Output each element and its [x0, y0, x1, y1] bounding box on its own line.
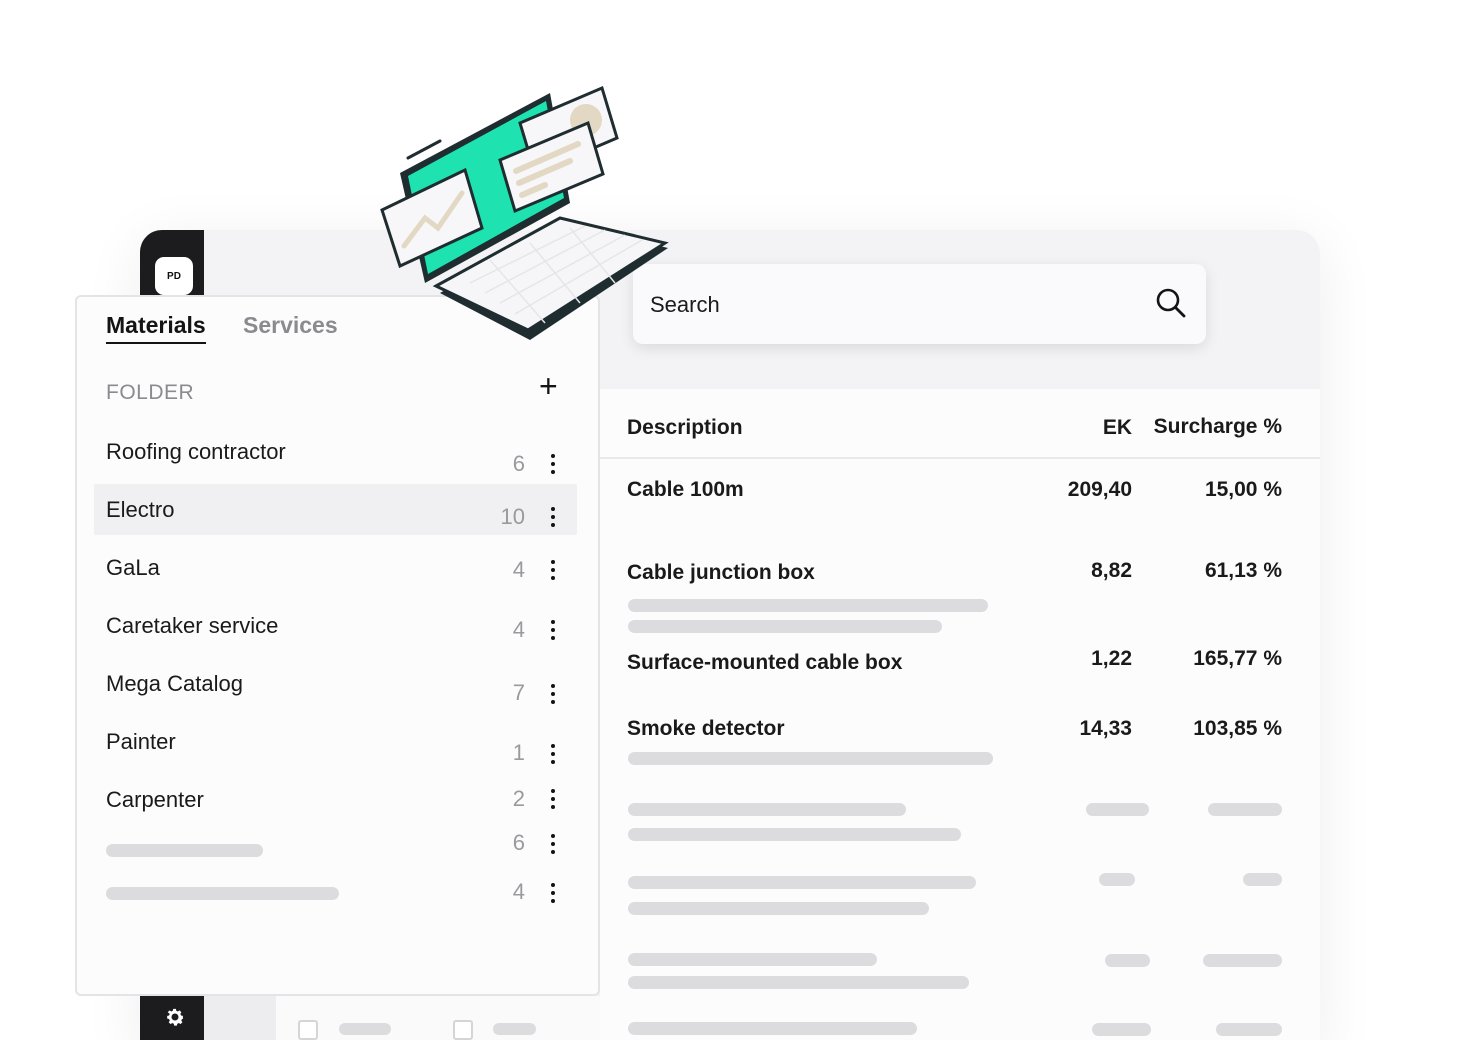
- placeholder-bar: [1092, 1023, 1151, 1036]
- column-header-surcharge[interactable]: Surcharge %: [1150, 415, 1282, 439]
- bottom-strip: [204, 996, 276, 1040]
- folder-item-count: 6: [512, 451, 525, 476]
- tab-services[interactable]: Services: [243, 312, 338, 339]
- search-input[interactable]: Search: [633, 264, 1206, 344]
- folder-item-label[interactable]: Painter: [106, 729, 176, 755]
- placeholder-bar: [628, 828, 961, 841]
- placeholder-bar: [628, 803, 906, 816]
- more-options-icon[interactable]: [551, 883, 555, 903]
- table-cell-surcharge: 165,77 %: [1193, 647, 1282, 670]
- more-options-icon[interactable]: [551, 507, 555, 527]
- placeholder-bar: [1243, 873, 1282, 886]
- gear-icon[interactable]: [163, 1005, 187, 1029]
- table-cell-description[interactable]: Cable junction box: [627, 561, 815, 585]
- table-cell-ek: 209,40: [1067, 478, 1132, 501]
- placeholder-bar: [628, 620, 942, 633]
- add-folder-button[interactable]: +: [539, 370, 558, 402]
- table-cell-ek: 8,82: [1091, 559, 1132, 582]
- more-options-icon[interactable]: [551, 789, 555, 809]
- more-options-icon[interactable]: [551, 454, 555, 474]
- more-options-icon[interactable]: [551, 620, 555, 640]
- table-cell-surcharge: 15,00 %: [1204, 478, 1282, 501]
- folder-item-label[interactable]: GaLa: [106, 555, 160, 581]
- folder-item-count: 4: [512, 879, 525, 904]
- more-options-icon[interactable]: [551, 834, 555, 854]
- table-cell-surcharge: 61,13 %: [1204, 559, 1282, 582]
- placeholder-bar: [106, 887, 339, 900]
- folder-item-count: 4: [512, 617, 525, 642]
- placeholder-bar: [106, 844, 263, 857]
- bottom-strip-content: [276, 996, 600, 1040]
- placeholder-bar: [628, 752, 993, 765]
- placeholder-bar: [1208, 803, 1282, 816]
- laptop-illustration: [380, 85, 669, 340]
- table-cell-surcharge: 103,85 %: [1193, 717, 1282, 740]
- table-cell-ek: 1,22: [1091, 647, 1132, 670]
- folder-heading: FOLDER: [106, 381, 195, 404]
- placeholder-bar: [628, 1022, 917, 1035]
- folder-item-count: 10: [500, 504, 525, 529]
- table-cell-ek: 14,33: [1079, 717, 1132, 740]
- table-cell-description[interactable]: Smoke detector: [627, 717, 785, 741]
- folder-item-label[interactable]: Carpenter: [106, 787, 204, 813]
- tab-materials[interactable]: Materials: [106, 312, 206, 344]
- placeholder-bar: [628, 902, 929, 915]
- placeholder-bar: [1105, 954, 1150, 967]
- placeholder-bar: [628, 876, 976, 889]
- placeholder-bar: [628, 976, 969, 989]
- folder-item-count: 6: [512, 830, 525, 855]
- folder-item-label[interactable]: Mega Catalog: [106, 671, 243, 697]
- search-icon[interactable]: [1154, 286, 1188, 320]
- placeholder-bar: [1203, 954, 1282, 967]
- folder-item-count: 7: [512, 680, 525, 705]
- placeholder-bar: [493, 1023, 536, 1035]
- column-header-ek[interactable]: EK: [1060, 416, 1132, 440]
- folder-item-count: 1: [512, 740, 525, 765]
- placeholder-bar: [1086, 803, 1149, 816]
- more-options-icon[interactable]: [551, 560, 555, 580]
- table-cell-description[interactable]: Cable 100m: [627, 478, 744, 502]
- folder-item-label[interactable]: Caretaker service: [106, 613, 278, 639]
- folder-item-count: 4: [512, 557, 525, 582]
- column-header-description[interactable]: Description: [627, 416, 743, 440]
- checkbox[interactable]: [453, 1020, 473, 1040]
- avatar[interactable]: PD: [155, 257, 193, 295]
- folder-item-label[interactable]: Electro: [106, 497, 174, 523]
- placeholder-bar: [339, 1023, 391, 1035]
- more-options-icon[interactable]: [551, 744, 555, 764]
- folder-item-count: 2: [512, 786, 525, 811]
- placeholder-bar: [628, 953, 877, 966]
- placeholder-bar: [1099, 873, 1135, 886]
- folder-item-label[interactable]: Roofing contractor: [106, 439, 286, 465]
- placeholder-bar: [628, 599, 988, 612]
- placeholder-bar: [1216, 1023, 1282, 1036]
- checkbox[interactable]: [298, 1020, 318, 1040]
- more-options-icon[interactable]: [551, 684, 555, 704]
- table-cell-description[interactable]: Surface-mounted cable box: [627, 651, 902, 675]
